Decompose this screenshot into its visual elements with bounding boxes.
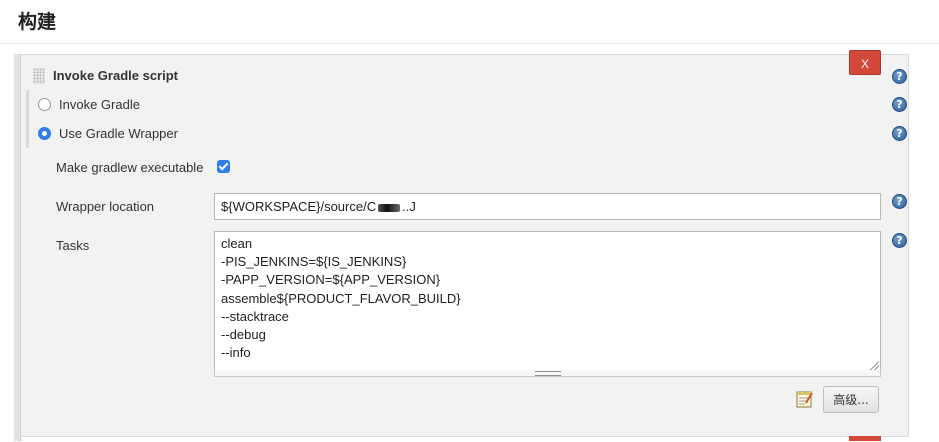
tasks-line: assemble${PRODUCT_FLAVOR_BUILD} [221, 290, 461, 306]
invoke-gradle-radio[interactable] [38, 98, 51, 111]
wrapper-location-value-prefix: ${WORKSPACE}/source/C [221, 199, 377, 214]
invoke-gradle-label: Invoke Gradle [59, 97, 140, 112]
wrapper-location-value-suffix: ..J [402, 199, 416, 214]
textarea-expand-handle[interactable] [214, 370, 881, 377]
help-icon[interactable]: ? [892, 126, 907, 141]
build-step-left-bar [14, 54, 21, 441]
tasks-line: -PAPP_VERSION=${APP_VERSION} [221, 272, 441, 288]
next-step-delete-button[interactable] [849, 436, 881, 441]
radio-group-bar [26, 90, 29, 148]
tasks-line: --info [221, 345, 251, 361]
next-step-panel-edge [22, 436, 909, 442]
use-gradle-wrapper-radio[interactable] [38, 127, 51, 140]
advanced-button[interactable]: 高级... [823, 386, 879, 413]
use-gradle-wrapper-label: Use Gradle Wrapper [59, 126, 178, 141]
wrapper-location-label: Wrapper location [56, 199, 155, 214]
help-icon[interactable]: ? [892, 97, 907, 112]
help-icon[interactable]: ? [892, 233, 907, 248]
tasks-textarea[interactable]: clean -PIS_JENKINS=${IS_JENKINS} -PAPP_V… [214, 231, 881, 372]
make-executable-checkbox[interactable] [217, 160, 230, 173]
help-icon[interactable]: ? [892, 194, 907, 209]
wrapper-location-input[interactable]: ${WORKSPACE}/source/C ..J [214, 193, 881, 220]
notepad-icon[interactable] [795, 389, 815, 409]
help-icon[interactable]: ? [892, 69, 907, 84]
tasks-line: clean [221, 236, 253, 251]
tasks-line: --debug [221, 327, 266, 343]
tasks-label: Tasks [56, 238, 90, 253]
drag-handle-icon[interactable] [33, 68, 45, 84]
textarea-resize-corner[interactable] [870, 361, 879, 370]
make-executable-label: Make gradlew executable [56, 160, 204, 175]
tasks-line: --stacktrace [221, 308, 289, 324]
section-title: 构建 [18, 11, 57, 33]
redacted-mark [378, 203, 401, 212]
delete-step-button[interactable]: X [849, 50, 881, 75]
build-step-title: Invoke Gradle script [53, 68, 178, 83]
tasks-line: -PIS_JENKINS=${IS_JENKINS} [221, 254, 407, 270]
section-divider [0, 43, 939, 44]
